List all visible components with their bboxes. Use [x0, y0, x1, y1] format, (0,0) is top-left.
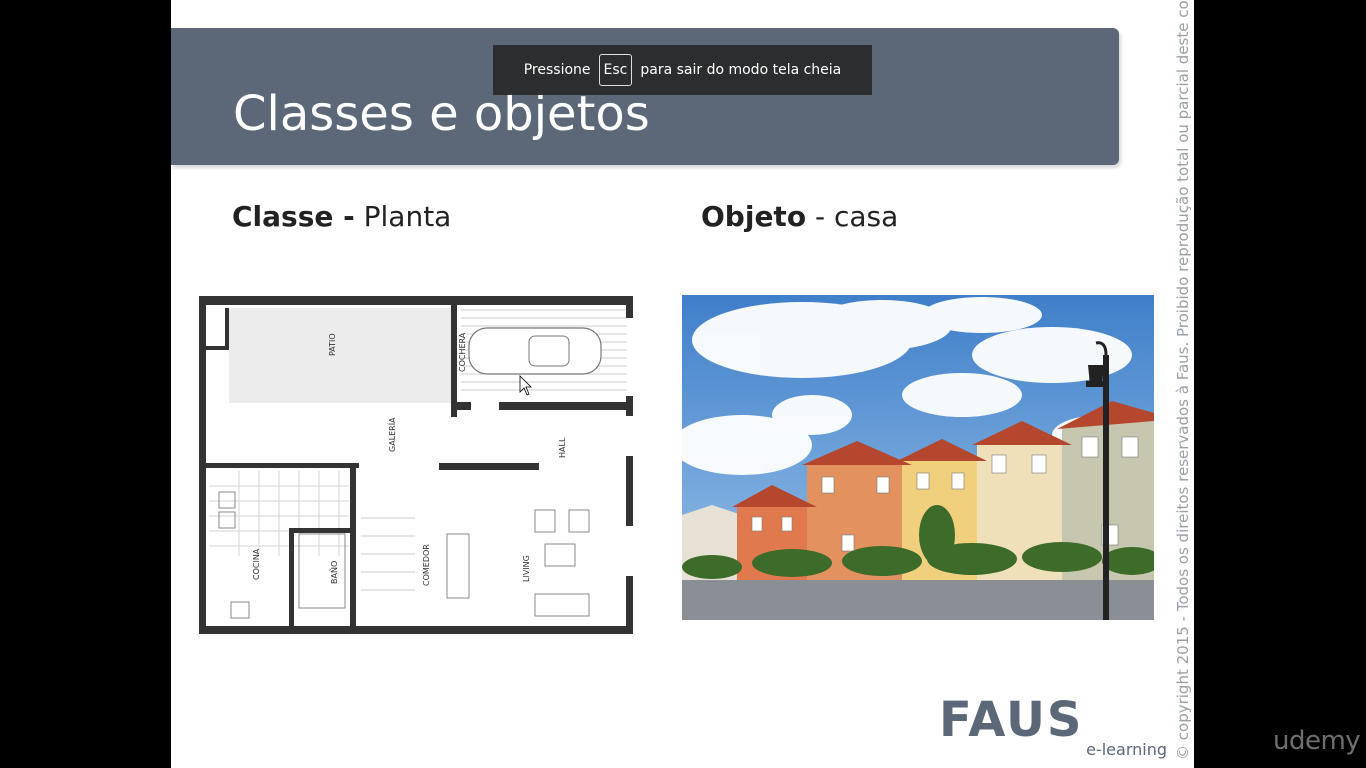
class-heading-rest: Planta [354, 200, 452, 233]
class-heading: Classe - Planta [232, 200, 451, 233]
class-heading-bold: Classe - [232, 200, 355, 233]
slide: Classes e objetos Classe - Planta Objeto… [171, 0, 1194, 768]
toast-text-after: para sair do modo tela cheia [640, 62, 842, 78]
object-heading-bold: Objeto [701, 200, 807, 233]
fullscreen-exit-toast: Pressione Esc para sair do modo tela che… [493, 45, 872, 95]
floor-plan-image: PATIO COCHERA GALERÍA HALL COCINA BAÑO C… [199, 296, 633, 634]
toast-text-before: Pressione [523, 62, 591, 78]
label-cocina: COCINA [252, 548, 261, 580]
label-comedor: COMEDOR [422, 544, 431, 586]
logo-subtitle: e-learning [1086, 740, 1167, 759]
udemy-watermark: udemy [1273, 726, 1361, 756]
faus-logo: FAUS e-learning [939, 692, 1167, 759]
logo-text: FAUS [939, 692, 1084, 748]
object-heading: Objeto - casa [701, 200, 898, 233]
label-galeria: GALERÍA [386, 417, 397, 452]
copyright-notice: © copyright 2015 - Todos os direitos res… [1174, 0, 1192, 760]
label-hall: HALL [558, 437, 567, 458]
label-bano: BAÑO [329, 561, 339, 584]
label-patio: PATIO [328, 333, 337, 356]
label-living: LIVING [522, 555, 531, 582]
house-photo [682, 295, 1154, 620]
esc-key-badge: Esc [598, 54, 633, 86]
object-heading-rest: - casa [806, 200, 899, 233]
label-cochera: COCHERA [458, 332, 467, 372]
slide-title: Classes e objetos [233, 86, 650, 142]
